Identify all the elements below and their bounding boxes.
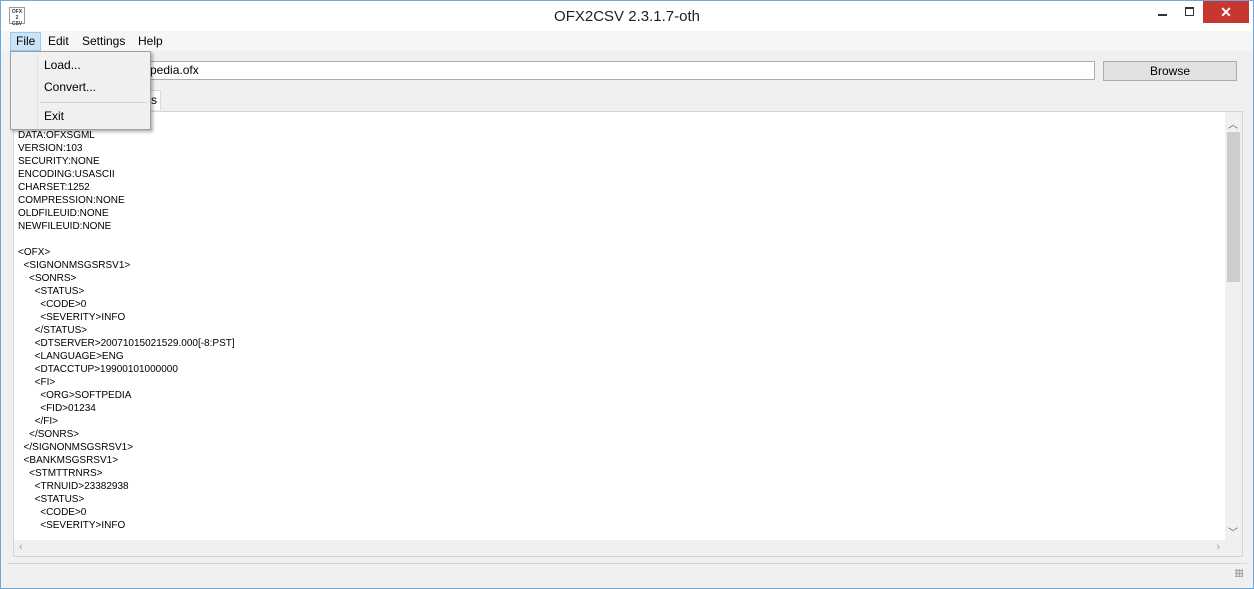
ofx-content: DATA:OFXSGML VERSION:103 SECURITY:NONE E… xyxy=(18,130,235,531)
scrollbar-corner xyxy=(1225,540,1242,556)
close-icon: ✕ xyxy=(1220,4,1232,20)
menu-bar: File Edit Settings Help xyxy=(1,31,1253,51)
menu-separator xyxy=(40,102,147,103)
chevron-up-icon[interactable]: ︿ xyxy=(1228,116,1238,131)
chevron-left-icon[interactable]: ‹ xyxy=(19,541,23,553)
maximize-icon xyxy=(1185,7,1194,16)
minimize-icon xyxy=(1158,14,1167,16)
menu-gutter xyxy=(37,54,38,127)
chevron-right-icon[interactable]: › xyxy=(1216,541,1220,553)
menu-edit[interactable]: Edit xyxy=(43,33,74,50)
close-button[interactable]: ✕ xyxy=(1203,1,1249,23)
menu-file[interactable]: File xyxy=(10,32,42,51)
maximize-button[interactable] xyxy=(1176,1,1203,23)
title-bar[interactable]: OFX 2 CSV OFX2CSV 2.3.1.7-oth ✕ xyxy=(1,1,1253,31)
menu-item-convert[interactable]: Convert... xyxy=(44,80,96,94)
menu-help[interactable]: Help xyxy=(133,33,168,50)
vertical-scroll-thumb[interactable] xyxy=(1227,132,1240,282)
vertical-scrollbar[interactable]: ︿ ﹀ xyxy=(1225,112,1242,542)
ofx-text-area[interactable]: DATA:OFXSGML VERSION:103 SECURITY:NONE E… xyxy=(13,111,1243,557)
status-bar xyxy=(7,563,1247,581)
file-menu-dropdown: Load... Convert... Exit xyxy=(10,51,151,130)
file-path-input[interactable]: pedia.ofx xyxy=(149,61,1095,80)
menu-item-exit[interactable]: Exit xyxy=(44,109,64,123)
window-title: OFX2CSV 2.3.1.7-oth xyxy=(554,8,700,25)
chevron-down-icon[interactable]: ﹀ xyxy=(1228,524,1238,539)
browse-button[interactable]: Browse xyxy=(1103,61,1237,81)
app-window: OFX 2 CSV OFX2CSV 2.3.1.7-oth ✕ File Edit … xyxy=(0,0,1254,589)
menu-item-load[interactable]: Load... xyxy=(44,58,81,72)
resize-grip-icon[interactable] xyxy=(1235,569,1243,577)
minimize-button[interactable] xyxy=(1149,1,1176,23)
menu-settings[interactable]: Settings xyxy=(77,33,130,50)
horizontal-scrollbar[interactable]: ‹ › xyxy=(14,540,1242,556)
